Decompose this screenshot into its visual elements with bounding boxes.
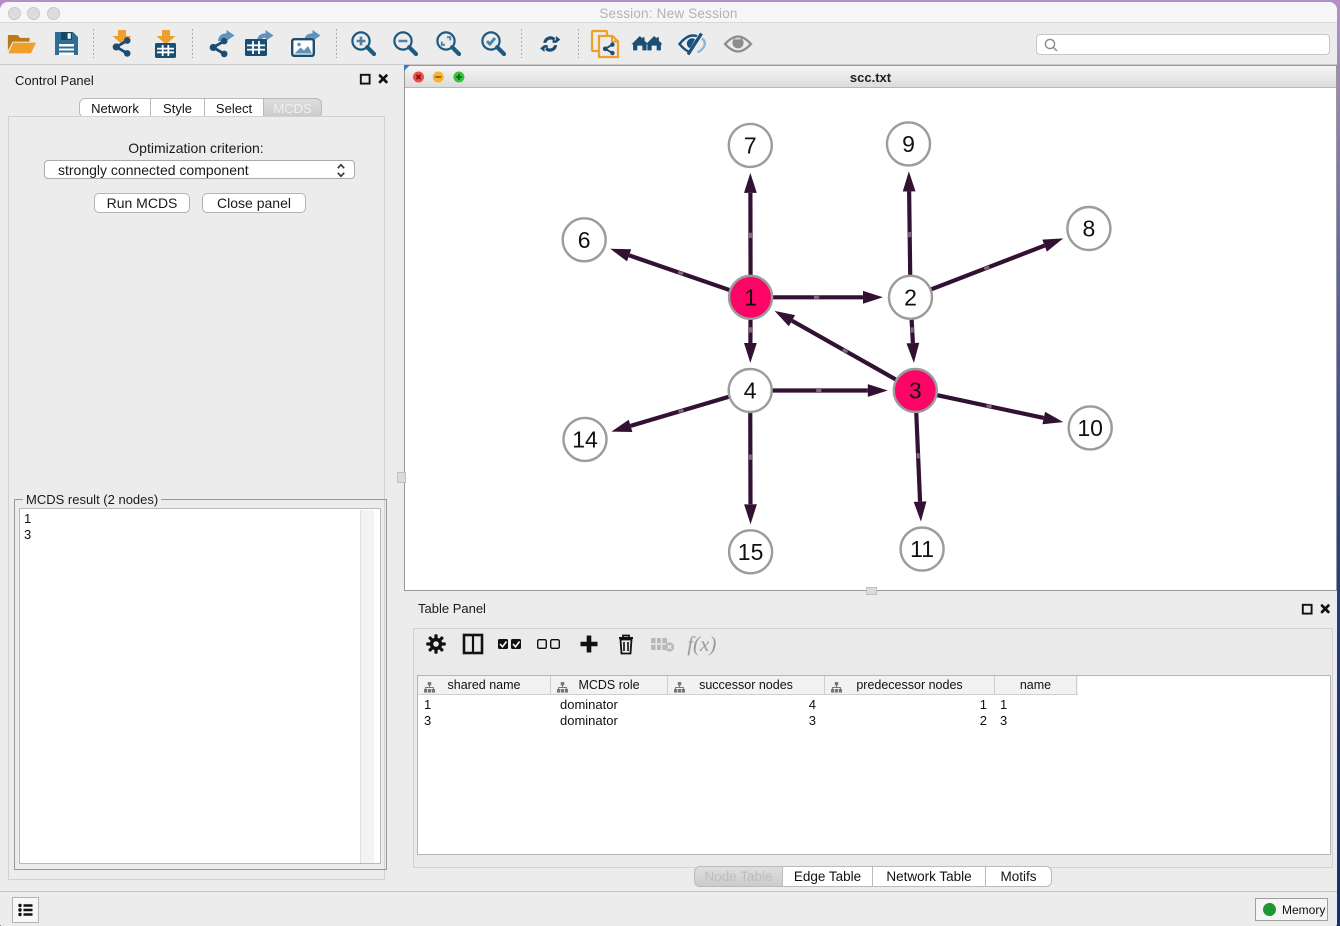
svg-text:6: 6 — [578, 227, 591, 253]
svg-text:3: 3 — [909, 378, 922, 404]
svg-text:7: 7 — [744, 132, 757, 158]
svg-text:1: 1 — [744, 284, 757, 310]
svg-text:4: 4 — [744, 378, 757, 404]
svg-text:15: 15 — [738, 539, 764, 565]
svg-text:2: 2 — [904, 284, 917, 310]
svg-text:8: 8 — [1083, 216, 1096, 242]
svg-text:14: 14 — [572, 426, 598, 452]
svg-text:11: 11 — [910, 536, 934, 562]
svg-text:9: 9 — [902, 131, 915, 157]
svg-text:10: 10 — [1077, 415, 1103, 441]
